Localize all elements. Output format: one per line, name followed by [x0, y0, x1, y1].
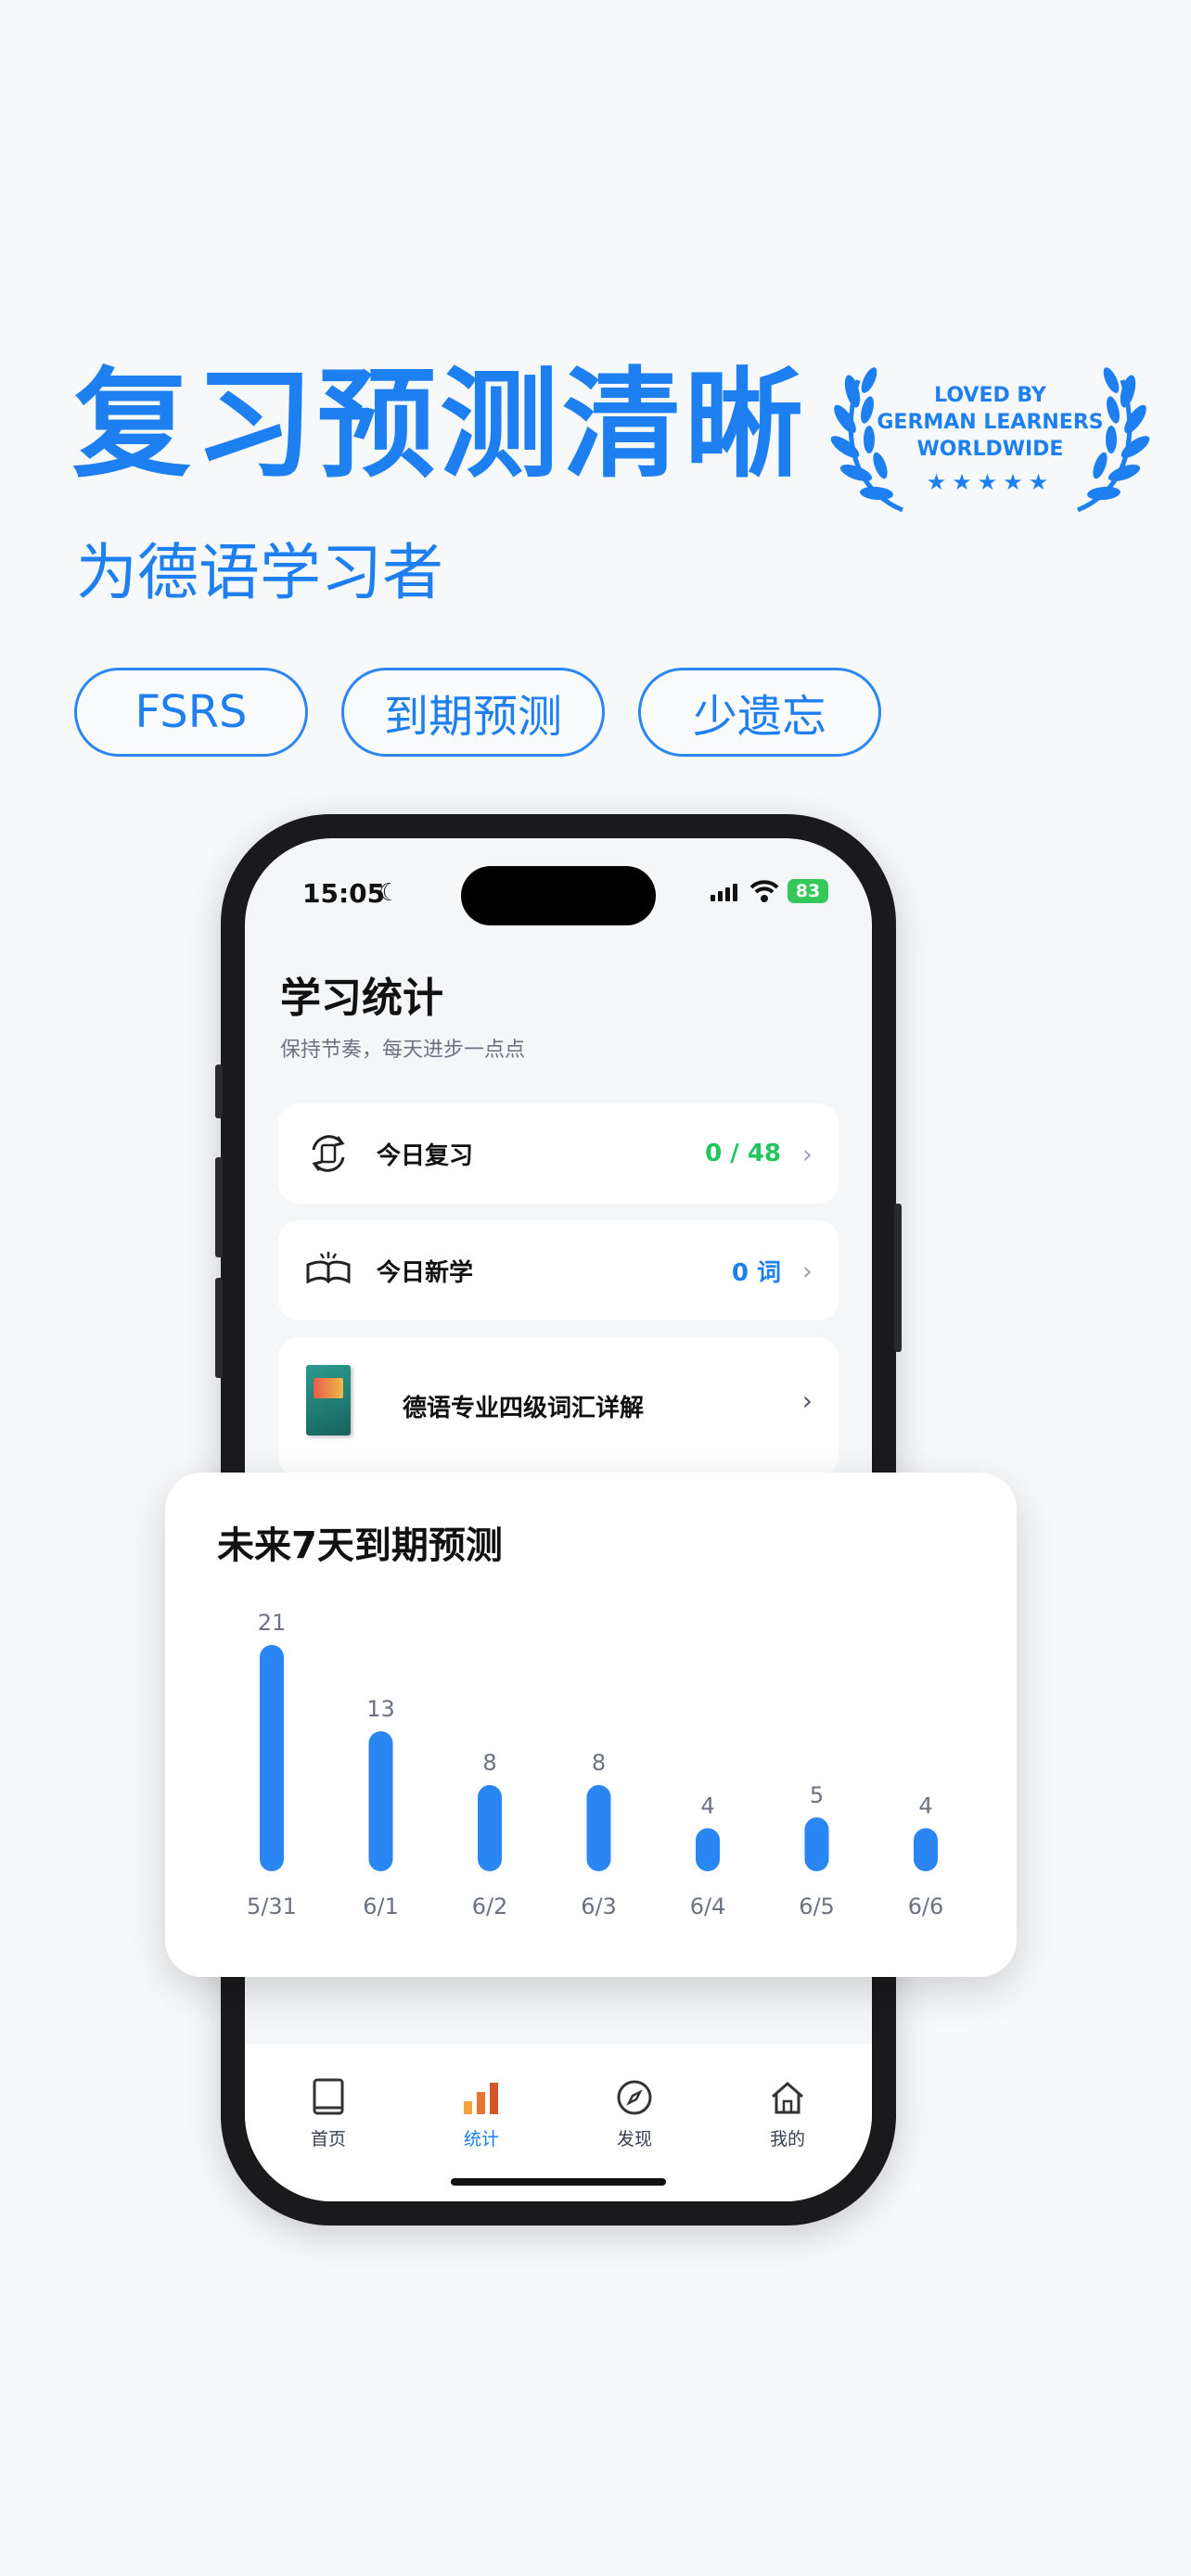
forecast-bar-6/5 — [804, 1817, 829, 1871]
forecast-date-label: 6/2 — [472, 1894, 508, 1919]
book-title: 德语专业四级词汇详解 — [403, 1395, 645, 1422]
tab-home[interactable]: 首页 — [277, 2077, 379, 2150]
badge-line-1: LOVED BY — [934, 384, 1046, 407]
compass-icon — [617, 2080, 652, 2115]
phone-side-button — [215, 1065, 223, 1118]
today-new-value: 0 词 — [731, 1258, 781, 1287]
forecast-value-label: 4 — [700, 1793, 714, 1819]
forecast-bar-6/1 — [368, 1730, 393, 1871]
pill-less-forgetting: 少遗忘 — [638, 668, 881, 757]
tab-profile-label: 我的 — [769, 2129, 805, 2149]
chevron-right-icon: › — [801, 1255, 813, 1286]
home-indicator — [451, 2178, 666, 2186]
badge-line-3: WORLDWIDE — [916, 438, 1064, 461]
tab-discover[interactable]: 发现 — [583, 2077, 685, 2150]
house-icon — [772, 2082, 803, 2114]
forecast-value-label: 21 — [258, 1610, 287, 1636]
book-icon — [313, 2078, 344, 2115]
forecast-date-label: 6/5 — [799, 1894, 835, 1919]
chevron-right-icon: › — [801, 1385, 813, 1416]
badge-line-2: GERMAN LEARNERS — [877, 411, 1104, 434]
phone-power-button — [894, 1204, 902, 1352]
forecast-value-label: 8 — [482, 1750, 496, 1776]
page-subtitle: 保持节奏，每天进步一点点 — [280, 1039, 526, 1062]
tab-home-label: 首页 — [310, 2129, 346, 2149]
promo-subhead: 为德语学习者 — [76, 537, 443, 608]
tab-stats[interactable]: 统计 — [430, 2077, 532, 2150]
page-title: 学习统计 — [280, 975, 443, 1022]
forecast-value-label: 5 — [810, 1782, 824, 1808]
cellular-signal-icon — [711, 884, 737, 901]
forecast-bar-5/31 — [260, 1645, 284, 1871]
forecast-date-label: 5/31 — [247, 1894, 297, 1919]
forecast-bar-6/6 — [914, 1828, 938, 1871]
badge-stars: ★★★★★ — [926, 469, 1055, 495]
book-cover-image — [306, 1365, 351, 1435]
forecast-bar-6/4 — [696, 1828, 720, 1871]
forecast-bar-6/2 — [478, 1785, 502, 1871]
promo-headline: 复习预测清晰 — [72, 356, 808, 494]
forecast-value-label: 8 — [592, 1750, 606, 1776]
today-review-value: 0 / 48 — [705, 1140, 781, 1167]
current-book-card[interactable]: 德语专业四级词汇详解 › — [278, 1337, 839, 1476]
today-new-card[interactable]: 今日新学 0 词 › — [278, 1220, 839, 1320]
tab-discover-label: 发现 — [616, 2129, 652, 2149]
forecast-value-label: 13 — [366, 1696, 395, 1722]
forecast-value-label: 4 — [918, 1793, 932, 1819]
status-time: 15:05 — [302, 878, 386, 909]
forecast-bar-chart: 21 5/31 13 6/1 8 6/2 8 6/3 4 6/4 5 6/5 4 6/6 — [247, 1610, 944, 1919]
phone-volume-up — [215, 1157, 223, 1257]
award-badge: LOVED BY GERMAN LEARNERS WORLDWIDE ★★★★★ — [830, 343, 1150, 529]
today-review-label: 今日复习 — [377, 1141, 474, 1170]
forecast-date-label: 6/3 — [581, 1894, 617, 1919]
forecast-bar-6/3 — [586, 1785, 611, 1871]
forecast-date-label: 6/1 — [363, 1894, 399, 1919]
wifi-icon — [749, 880, 779, 902]
forecast-card: 未来7天到期预测 21 5/31 13 6/1 8 6/2 8 6/3 4 6/4 5 6/5 4 6/6 — [165, 1473, 1017, 1977]
bar-chart-icon — [464, 2083, 498, 2114]
pill-fsrs: FSRS — [74, 668, 308, 757]
dynamic-island — [461, 866, 656, 925]
open-book-icon — [306, 1252, 351, 1284]
tab-profile[interactable]: 我的 — [736, 2077, 839, 2150]
forecast-date-label: 6/6 — [908, 1894, 944, 1919]
pill-due-forecast: 到期预测 — [341, 668, 605, 757]
moon-icon: ☾ — [378, 879, 401, 907]
phone-volume-down — [215, 1278, 223, 1378]
tab-stats-label: 统计 — [463, 2129, 499, 2149]
chevron-right-icon: › — [801, 1138, 813, 1169]
battery-icon: 83 — [788, 879, 828, 903]
forecast-date-label: 6/4 — [690, 1894, 726, 1919]
today-review-card[interactable]: 今日复习 0 / 48 › — [278, 1103, 839, 1204]
today-new-label: 今日新学 — [377, 1258, 474, 1287]
review-cycle-icon — [312, 1135, 345, 1172]
